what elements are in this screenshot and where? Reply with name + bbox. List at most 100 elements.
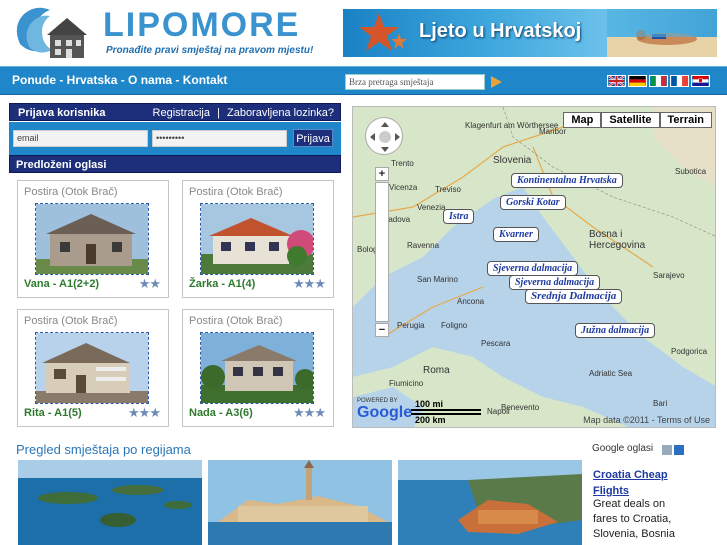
region-label-kvarner[interactable]: Kvarner <box>493 227 539 242</box>
forgot-password-link[interactable]: Zaboravljena lozinka? <box>227 107 334 119</box>
listing-photo[interactable] <box>35 332 149 404</box>
star-rating: ★★★ <box>128 405 161 420</box>
region-map[interactable]: Klagenfurt am Wörthersee Maribor Sloveni… <box>352 106 716 428</box>
logo[interactable]: LIPOMORE Pronađite pravi smještaj na pra… <box>10 4 340 64</box>
map-type-buttons: Map Satellite Terrain <box>563 112 712 128</box>
google-ads: Google oglasi Croatia Cheap Flights Grea… <box>592 443 722 545</box>
register-link[interactable]: Registracija <box>153 107 210 119</box>
star-rating: ★★★ <box>293 405 326 420</box>
region-label-sjeverna-dalmacija[interactable]: Sjeverna dalmacija <box>487 261 579 276</box>
map-city-label: Pescara <box>481 339 511 348</box>
region-label-gorski-kotar[interactable]: Gorski Kotar <box>500 195 566 210</box>
page: LIPOMORE Pronađite pravi smještaj na pra… <box>0 0 727 545</box>
ad-body-line: Slovenia, Bosnia <box>593 528 675 540</box>
language-flags <box>607 75 710 87</box>
region-label-sjeverna-dalmacija-2[interactable]: Sjeverna dalmacija <box>509 275 601 290</box>
logo-text: LIPOMORE <box>103 6 301 44</box>
listing-name: Rita - A1(5) <box>24 407 82 419</box>
map-city-label: Foligno <box>441 321 468 330</box>
ads-prev-icon[interactable] <box>662 445 672 455</box>
flag-it-icon[interactable] <box>649 75 668 87</box>
flag-de-icon[interactable] <box>628 75 647 87</box>
map-city-label: Benevento <box>501 403 540 412</box>
map-city-label: Maribor <box>539 127 567 136</box>
listing-location: Postira (Otok Brač) <box>189 186 283 198</box>
scale-km: 200 km <box>411 413 481 425</box>
main-nav: Ponude - Hrvatska - O nama - Kontakt Brz… <box>0 66 727 95</box>
region-photo-rovinj[interactable] <box>208 460 392 545</box>
summer-banner[interactable]: Ljeto u Hrvatskoj <box>343 9 717 57</box>
map-city-label: Slovenia <box>493 155 532 166</box>
zoom-out-icon[interactable]: − <box>375 323 389 337</box>
tagline: Pronađite pravi smještaj na pravom mjest… <box>106 45 314 56</box>
flag-uk-icon[interactable] <box>607 75 626 87</box>
featured-header: Predloženi oglasi <box>9 155 341 173</box>
zoom-slider[interactable] <box>375 182 389 322</box>
map-city-label: Trento <box>391 159 414 168</box>
quick-search-input[interactable]: Brza pretraga smještaja <box>345 74 485 90</box>
pan-hand-icon <box>370 122 400 152</box>
listing-name: Vana - A1(2+2) <box>24 278 100 290</box>
login-header: Prijava korisnika Registracija | Zaborav… <box>9 103 341 121</box>
flag-fr-icon[interactable] <box>670 75 689 87</box>
region-photo-dubrovnik[interactable] <box>398 460 582 545</box>
listing-location: Postira (Otok Brač) <box>24 186 118 198</box>
search-go-icon[interactable] <box>491 76 502 88</box>
listing-card[interactable]: Postira (Otok Brač) Žarka - A1(4) ★★★ <box>182 180 334 298</box>
star-rating: ★★ <box>138 276 161 291</box>
map-city-label: Podgorica <box>671 347 708 356</box>
login-button[interactable]: Prijava <box>293 129 333 147</box>
ads-next-icon[interactable] <box>674 445 684 455</box>
listing-name: Žarka - A1(4) <box>189 278 256 290</box>
link-separator: | <box>217 107 220 119</box>
flag-hr-icon[interactable] <box>691 75 710 87</box>
pan-control[interactable] <box>365 117 403 155</box>
listing-location: Postira (Otok Brač) <box>24 315 118 327</box>
login-form: email ••••••••• Prijava <box>9 122 341 155</box>
star-rating: ★★★ <box>293 276 326 291</box>
google-logo[interactable]: Google <box>357 404 412 422</box>
region-photo-islands[interactable] <box>18 460 202 545</box>
sunbather-image <box>607 9 717 57</box>
ad-body: Great deals on fares to Croatia, Sloveni… <box>593 497 675 542</box>
left-column: Prijava korisnika Registracija | Zaborav… <box>9 103 341 432</box>
listing-photo[interactable] <box>35 203 149 275</box>
map-city-label: Sarajevo <box>653 271 685 280</box>
ad-title-link[interactable]: Croatia Cheap Flights <box>593 467 668 499</box>
ads-nav <box>662 445 684 455</box>
email-field[interactable]: email <box>13 130 148 147</box>
header: LIPOMORE Pronađite pravi smještaj na pra… <box>0 0 727 66</box>
map-city-label: Bari <box>653 399 668 408</box>
map-type-map-button[interactable]: Map <box>563 112 602 128</box>
region-label-kontinentalna-hrvatska[interactable]: Kontinentalna Hrvatska <box>511 173 623 188</box>
region-label-istra[interactable]: Istra <box>443 209 475 224</box>
password-field[interactable]: ••••••••• <box>152 130 287 147</box>
listing-card[interactable]: Postira (Otok Brač) Vana - A1(2+2) ★★ <box>17 180 169 298</box>
region-label-srednja-dalmacija[interactable]: Srednja Dalmacija <box>525 289 623 304</box>
listing-card[interactable]: Postira (Otok Brač) Nada - A3(6) ★★★ <box>182 309 334 427</box>
starfish-icon <box>359 13 407 51</box>
map-city-label: Roma <box>423 365 450 376</box>
region-label-juzna-dalmacija[interactable]: Južna dalmacija <box>575 323 656 338</box>
map-city-label: Adriatic Sea <box>589 369 633 378</box>
zoom-in-icon[interactable]: + <box>375 167 389 181</box>
listing-card[interactable]: Postira (Otok Brač) Rita - A1(5) ★★★ <box>17 309 169 427</box>
banner-text: Ljeto u Hrvatskoj <box>419 20 582 42</box>
featured-title: Predloženi oglasi <box>16 159 107 171</box>
listing-location: Postira (Otok Brač) <box>189 315 283 327</box>
listing-photo[interactable] <box>200 332 314 404</box>
map-city-label: San Marino <box>417 275 458 284</box>
map-type-satellite-button[interactable]: Satellite <box>601 112 660 128</box>
scale-miles: 100 mi <box>411 399 481 411</box>
nav-links[interactable]: Ponude - Hrvatska - O nama - Kontakt <box>12 73 227 87</box>
listing-photo[interactable] <box>200 203 314 275</box>
map-city-label: Perugia <box>397 321 425 330</box>
map-type-terrain-button[interactable]: Terrain <box>659 112 712 128</box>
ad-title-line: Croatia Cheap <box>593 469 668 481</box>
map-data-terms-link[interactable]: Map data ©2011 - Terms of Use <box>583 415 710 425</box>
map-city-label: Subotica <box>675 167 707 176</box>
listing-name: Nada - A3(6) <box>189 407 253 419</box>
map-city-label: Ancona <box>457 297 485 306</box>
map-city-label: Treviso <box>435 185 461 194</box>
regions-title: Pregled smještaja po regijama <box>16 442 191 457</box>
